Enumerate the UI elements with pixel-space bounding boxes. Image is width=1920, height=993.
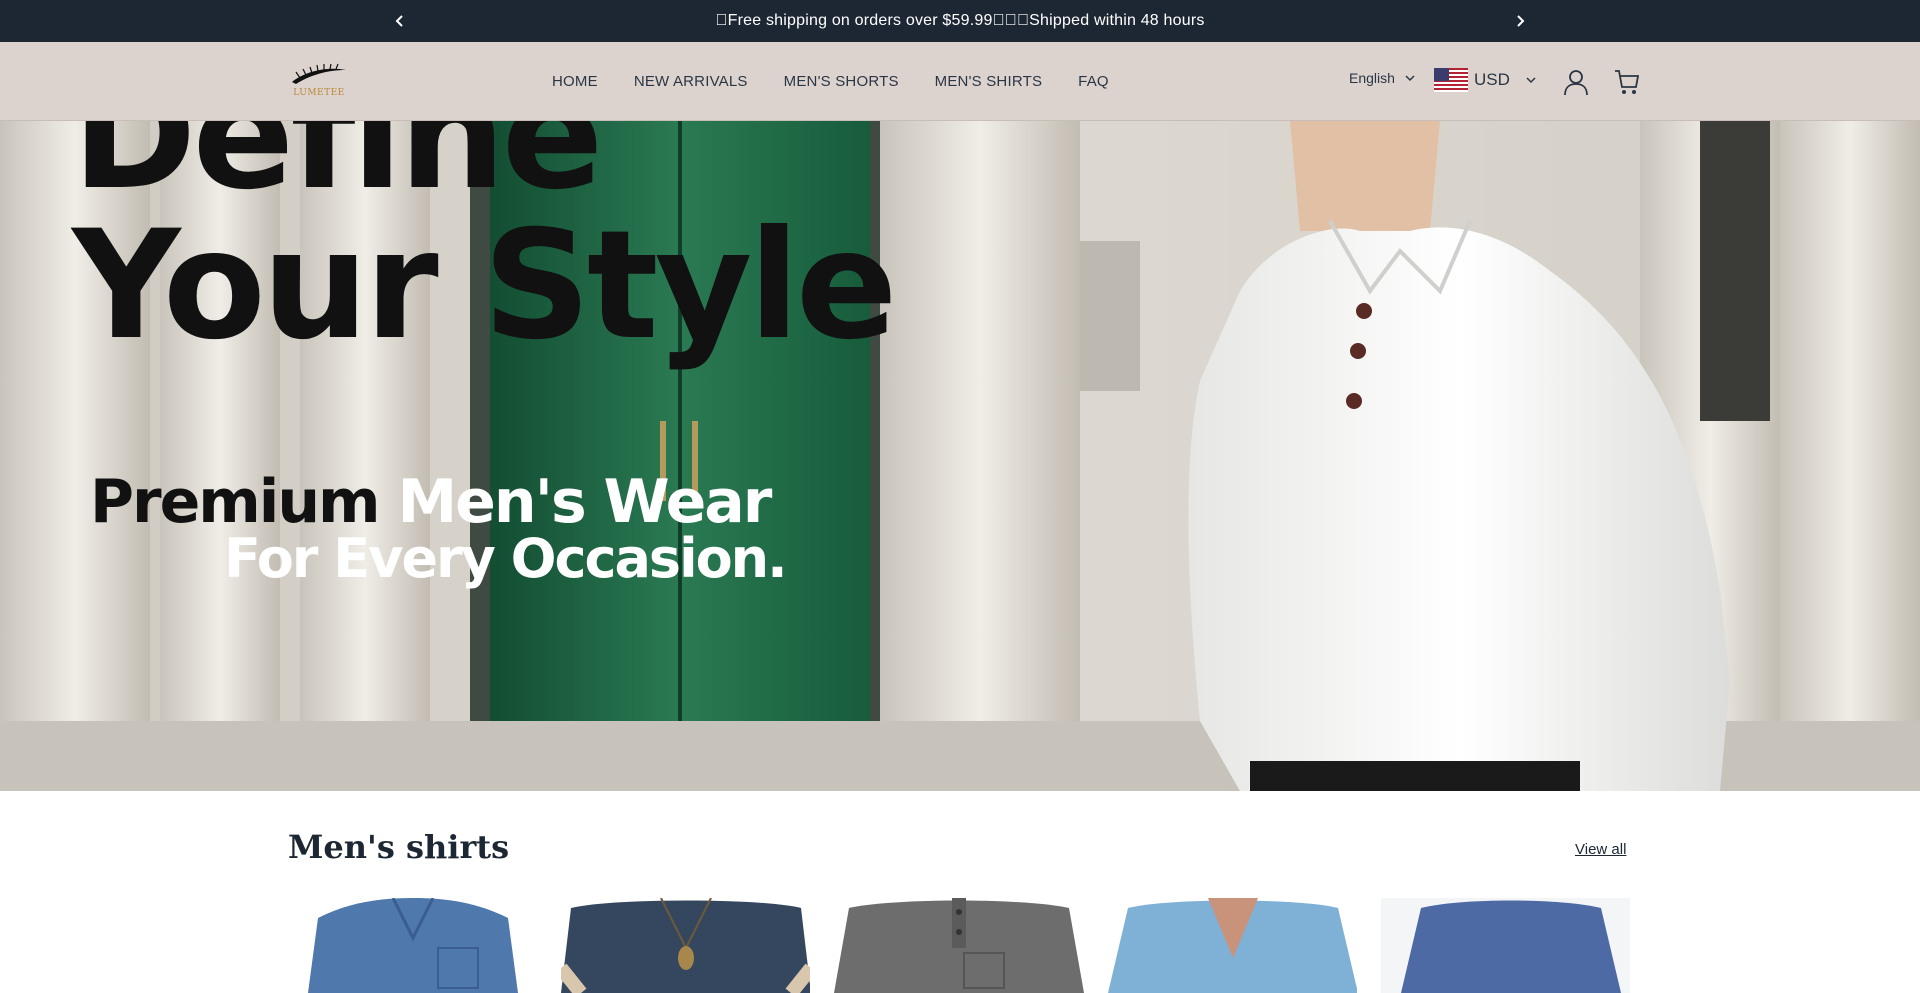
- nav-home[interactable]: HOME: [534, 73, 616, 90]
- hero-subheadline-line2: For Every Occasion.: [224, 527, 788, 590]
- hero-banner[interactable]: Define Your Style Premium Men's Wear For…: [0, 121, 1920, 791]
- announcement-next-button[interactable]: [1508, 9, 1532, 33]
- logo[interactable]: LUMETEE: [288, 60, 350, 104]
- account-button[interactable]: [1562, 68, 1590, 96]
- product-image: [288, 898, 538, 993]
- product-card[interactable]: [834, 898, 1084, 993]
- collection-title: Men's shirts: [288, 828, 510, 866]
- announcement-prev-button[interactable]: [388, 9, 412, 33]
- chevron-down-icon: [1405, 75, 1415, 82]
- currency-selector[interactable]: USD: [1434, 68, 1536, 92]
- account-icon: [1564, 70, 1588, 96]
- nav-new-arrivals[interactable]: NEW ARRIVALS: [616, 73, 766, 90]
- chevron-down-icon: [1526, 77, 1536, 84]
- nav-mens-shorts[interactable]: MEN'S SHORTS: [766, 73, 917, 90]
- product-card[interactable]: [1107, 898, 1357, 993]
- announcement-bar:  Free shipping on orders over $59.99   S…: [0, 0, 1920, 42]
- site-header: LUMETEE HOME NEW ARRIVALS MEN'S SHORTS M…: [0, 42, 1920, 121]
- chevron-left-icon: [395, 15, 403, 27]
- product-card[interactable]: [288, 898, 538, 993]
- product-image: [1380, 898, 1631, 993]
- product-image: [834, 898, 1084, 993]
- product-card[interactable]: [1380, 898, 1631, 993]
- cart-button[interactable]: [1614, 68, 1640, 96]
- hero-headline-line2: Your Style: [72, 199, 898, 373]
- language-label: English: [1349, 70, 1395, 86]
- us-flag-icon: [1434, 68, 1468, 92]
- nav-faq[interactable]: FAQ: [1060, 73, 1127, 90]
- logo-text: LUMETEE: [293, 88, 345, 98]
- nav-mens-shirts[interactable]: MEN'S SHIRTS: [917, 73, 1061, 90]
- cart-icon: [1615, 70, 1640, 94]
- eyelash-logo-icon: [292, 63, 346, 84]
- view-all-link[interactable]: View all: [1575, 841, 1626, 858]
- main-nav: HOME NEW ARRIVALS MEN'S SHORTS MEN'S SHI…: [534, 42, 1127, 121]
- language-selector[interactable]: English: [1349, 70, 1415, 86]
- chevron-right-icon: [1517, 15, 1525, 27]
- product-image: [1107, 898, 1357, 993]
- announcement-text:  Free shipping on orders over $59.99   S…: [715, 12, 1205, 29]
- product-card[interactable]: [561, 898, 811, 993]
- product-grid: [288, 898, 1631, 993]
- currency-label: USD: [1474, 70, 1510, 89]
- product-image: [561, 898, 811, 993]
